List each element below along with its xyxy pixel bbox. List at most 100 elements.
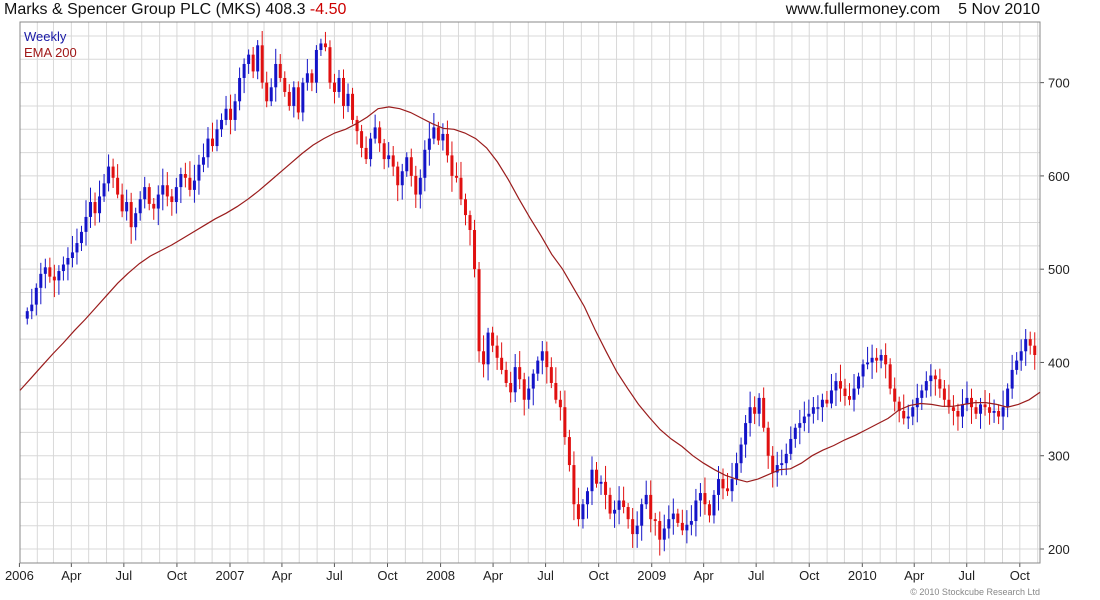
x-tick-label: 2006 <box>5 568 34 583</box>
candle-body <box>536 360 540 374</box>
candle-body <box>852 388 856 400</box>
x-tick-label: Oct <box>1010 568 1031 583</box>
x-tick-label: 2008 <box>426 568 455 583</box>
candle-body <box>689 521 693 525</box>
candle-body <box>197 164 201 181</box>
x-tick-label: Apr <box>272 568 293 583</box>
candle-body <box>888 364 892 389</box>
y-tick-label: 200 <box>1048 542 1070 557</box>
candle-body <box>771 455 775 473</box>
y-tick-label: 700 <box>1048 76 1070 91</box>
x-tick-label: Oct <box>589 568 610 583</box>
candle-body <box>220 119 224 130</box>
candle-body <box>640 504 644 526</box>
candle-body <box>296 87 300 113</box>
candle-body <box>730 479 734 492</box>
candle-body <box>599 481 603 484</box>
candle-body <box>825 399 829 404</box>
candle-body <box>992 410 996 413</box>
candle-body <box>798 423 802 428</box>
candle-body <box>662 528 666 540</box>
candle-body <box>238 77 242 102</box>
candle-body <box>206 138 210 158</box>
candle-body <box>920 390 924 398</box>
candle-body <box>314 49 318 83</box>
candle-body <box>486 332 490 365</box>
candle-body <box>34 287 38 305</box>
candle-body <box>979 404 983 414</box>
candle-body <box>563 407 567 438</box>
x-tick-label: Jul <box>748 568 765 583</box>
candle-body <box>649 494 653 520</box>
x-tick-label: 2009 <box>637 568 666 583</box>
candle-body <box>748 407 752 424</box>
candle-body <box>454 175 458 178</box>
candle-body <box>857 376 861 389</box>
candle-body <box>1006 388 1010 408</box>
candle-body <box>61 264 65 272</box>
candle-body <box>360 131 364 148</box>
candle-body <box>929 375 933 382</box>
candle-body <box>956 410 960 417</box>
candle-body <box>319 43 323 50</box>
candle-body <box>694 500 698 522</box>
candle-body <box>604 481 608 495</box>
x-tick-label: Apr <box>694 568 715 583</box>
candle-body <box>373 127 377 139</box>
candle-body <box>780 463 784 466</box>
candle-body <box>138 199 142 214</box>
candle-body <box>902 410 906 419</box>
candle-body <box>807 413 811 417</box>
candle-body <box>405 157 409 172</box>
candle-body <box>174 187 178 203</box>
candle-body <box>165 185 169 197</box>
candle-body <box>396 166 400 186</box>
candle-body <box>1010 369 1014 389</box>
candle-body <box>102 183 106 197</box>
candle-body <box>685 524 689 531</box>
candle-body <box>143 187 147 200</box>
candle-body <box>531 373 535 389</box>
candle-body <box>735 463 739 480</box>
candle-body <box>816 407 820 409</box>
candle-body <box>784 453 788 464</box>
candle-body <box>70 252 74 258</box>
candle-body <box>698 493 702 501</box>
candle-body <box>1019 351 1023 361</box>
candle-body <box>161 185 165 195</box>
candle-body <box>820 399 824 408</box>
candle-body <box>866 362 870 365</box>
candle-body <box>66 257 70 265</box>
y-tick-label: 600 <box>1048 169 1070 184</box>
candle-body <box>988 407 992 413</box>
candle-body <box>549 367 553 383</box>
candle-body <box>707 504 711 516</box>
candle-body <box>879 354 883 361</box>
candle-body <box>567 437 571 466</box>
candle-body <box>387 155 391 160</box>
candle-body <box>911 407 915 417</box>
candle-body <box>1015 360 1019 370</box>
candle-body <box>924 381 928 391</box>
candle-body <box>278 63 282 78</box>
x-tick-label: Oct <box>167 568 188 583</box>
candle-body <box>179 174 183 188</box>
chart-legend: Weekly EMA 200 <box>24 29 77 61</box>
candle-body <box>473 230 477 270</box>
candle-body <box>441 133 445 141</box>
candle-body <box>653 519 657 522</box>
candle-body <box>129 202 133 228</box>
candle-body <box>156 194 160 209</box>
x-tick-label: 2010 <box>848 568 877 583</box>
candle-body <box>242 63 246 78</box>
candle-body <box>400 171 404 186</box>
candle-body <box>1024 339 1028 352</box>
candle-body <box>884 354 888 365</box>
candle-body <box>305 73 309 83</box>
x-tick-label: Apr <box>904 568 925 583</box>
candle-body <box>57 271 61 281</box>
candle-body <box>192 180 196 190</box>
candle-body <box>445 133 449 156</box>
candle-body <box>418 177 422 195</box>
candle-body <box>450 155 454 176</box>
